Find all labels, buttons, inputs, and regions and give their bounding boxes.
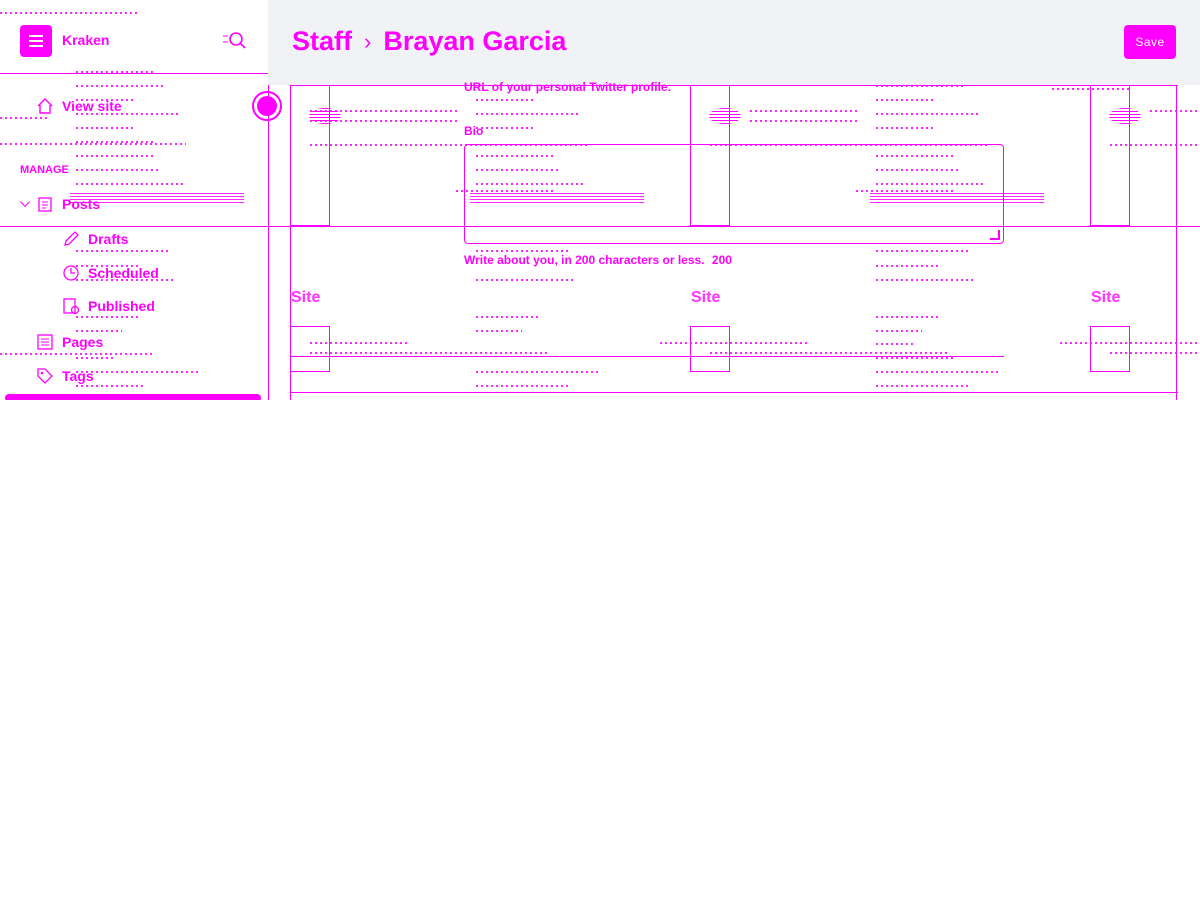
ghost-line: [476, 279, 574, 281]
bio-label: Bio: [464, 124, 484, 138]
app-name: Kraken: [62, 32, 110, 48]
card-title: Site: [691, 289, 721, 306]
sidebar-item-view-site[interactable]: View site: [36, 97, 122, 115]
collapse-toggle[interactable]: [252, 91, 282, 121]
card-frame: [290, 326, 330, 372]
ghost-line: [476, 127, 536, 129]
ghost-line: [660, 342, 810, 344]
house-icon: [37, 98, 53, 114]
clock-icon: [63, 265, 79, 281]
avatar: [1109, 108, 1141, 124]
ghost-line: [1060, 342, 1200, 344]
page-title: Brayan Garcia: [383, 26, 567, 56]
ghost-line: [876, 357, 956, 359]
card-frame: [690, 326, 730, 372]
ghost-line: [876, 279, 974, 281]
ghost-line: [876, 330, 922, 332]
sidebar-item-tags[interactable]: Tags: [36, 367, 94, 385]
ghost-line: [1150, 110, 1200, 112]
sidebar-item-posts[interactable]: Posts: [18, 195, 100, 213]
card-title: Site: [1091, 289, 1121, 306]
sidebar-item-published[interactable]: Published: [62, 297, 155, 315]
ghost-line: [476, 385, 570, 387]
sidebar-item-drafts[interactable]: Drafts: [62, 230, 128, 248]
pencil-icon: [64, 231, 79, 246]
ghost-line: [750, 110, 860, 112]
card-frame: [1090, 73, 1130, 226]
card-frame: [1090, 326, 1130, 372]
sidebar: Kraken View site MANAGE Posts Drafts Sch…: [0, 0, 269, 400]
divider: [290, 85, 291, 400]
sidebar-item-scheduled[interactable]: Scheduled: [62, 264, 159, 282]
sidebar-item-label: Pages: [62, 334, 104, 350]
sidebar-item-pages[interactable]: Pages: [36, 333, 103, 351]
sidebar-item-label: Tags: [62, 368, 94, 384]
pages-icon: [37, 334, 53, 350]
ghost-line: [476, 371, 600, 373]
ghost-line: [876, 371, 1000, 373]
card-title: Site: [291, 289, 321, 306]
sidebar-active-indicator: [5, 394, 261, 400]
ghost-line: [476, 99, 536, 101]
bio-char-count: 200: [711, 253, 732, 267]
save-button[interactable]: Save: [1124, 25, 1176, 59]
divider: [290, 356, 1004, 357]
ghost-line: [876, 99, 936, 101]
ghost-line: [476, 316, 540, 318]
ghost-line: [876, 343, 916, 345]
ghost-line: [876, 250, 970, 252]
ghost-line: [876, 316, 940, 318]
divider: [290, 85, 1178, 86]
ghost-line: [876, 385, 970, 387]
breadcrumb-parent[interactable]: Staff: [292, 26, 352, 57]
menu-icon[interactable]: [20, 25, 52, 57]
app-viewport: Site Site Site Kraken View site MANAGE P…: [0, 0, 1200, 400]
section-label: MANAGE: [20, 164, 69, 176]
ghost-line: [876, 265, 940, 267]
sidebar-item-label: Posts: [62, 196, 101, 212]
bio-help-text: Write about you, in 200 characters or le…: [464, 253, 705, 267]
posts-icon: [38, 197, 52, 212]
bio-help: Write about you, in 200 characters or le…: [464, 253, 732, 267]
sidebar-item-label: Scheduled: [88, 265, 159, 281]
twitter-help: URL of your personal Twitter profile.: [464, 80, 671, 94]
card-frame: [290, 73, 330, 226]
ghost-line: [476, 250, 570, 252]
divider: [290, 392, 1178, 393]
ghost-line: [476, 113, 580, 115]
chevron-right-icon: ›: [364, 28, 372, 54]
ghost-line: [750, 120, 860, 122]
ghost-line: [876, 113, 980, 115]
bio-textarea[interactable]: [464, 144, 1004, 244]
avatar: [309, 108, 341, 124]
published-icon: [63, 298, 80, 315]
search-icon[interactable]: [222, 30, 246, 52]
tag-icon: [37, 368, 53, 384]
ghost-line: [476, 330, 522, 332]
sidebar-item-label: Drafts: [88, 231, 129, 247]
sidebar-item-label: View site: [62, 98, 122, 114]
ghost-line: [710, 352, 950, 354]
resize-handle[interactable]: [990, 230, 1000, 240]
ghost-line: [310, 352, 550, 354]
sidebar-item-label: Published: [88, 298, 155, 314]
divider: [1176, 85, 1177, 400]
ghost-line: [876, 127, 936, 129]
avatar: [709, 108, 741, 124]
breadcrumb: Staff › Brayan Garcia: [292, 26, 566, 57]
chevron-down-icon: [19, 201, 31, 208]
